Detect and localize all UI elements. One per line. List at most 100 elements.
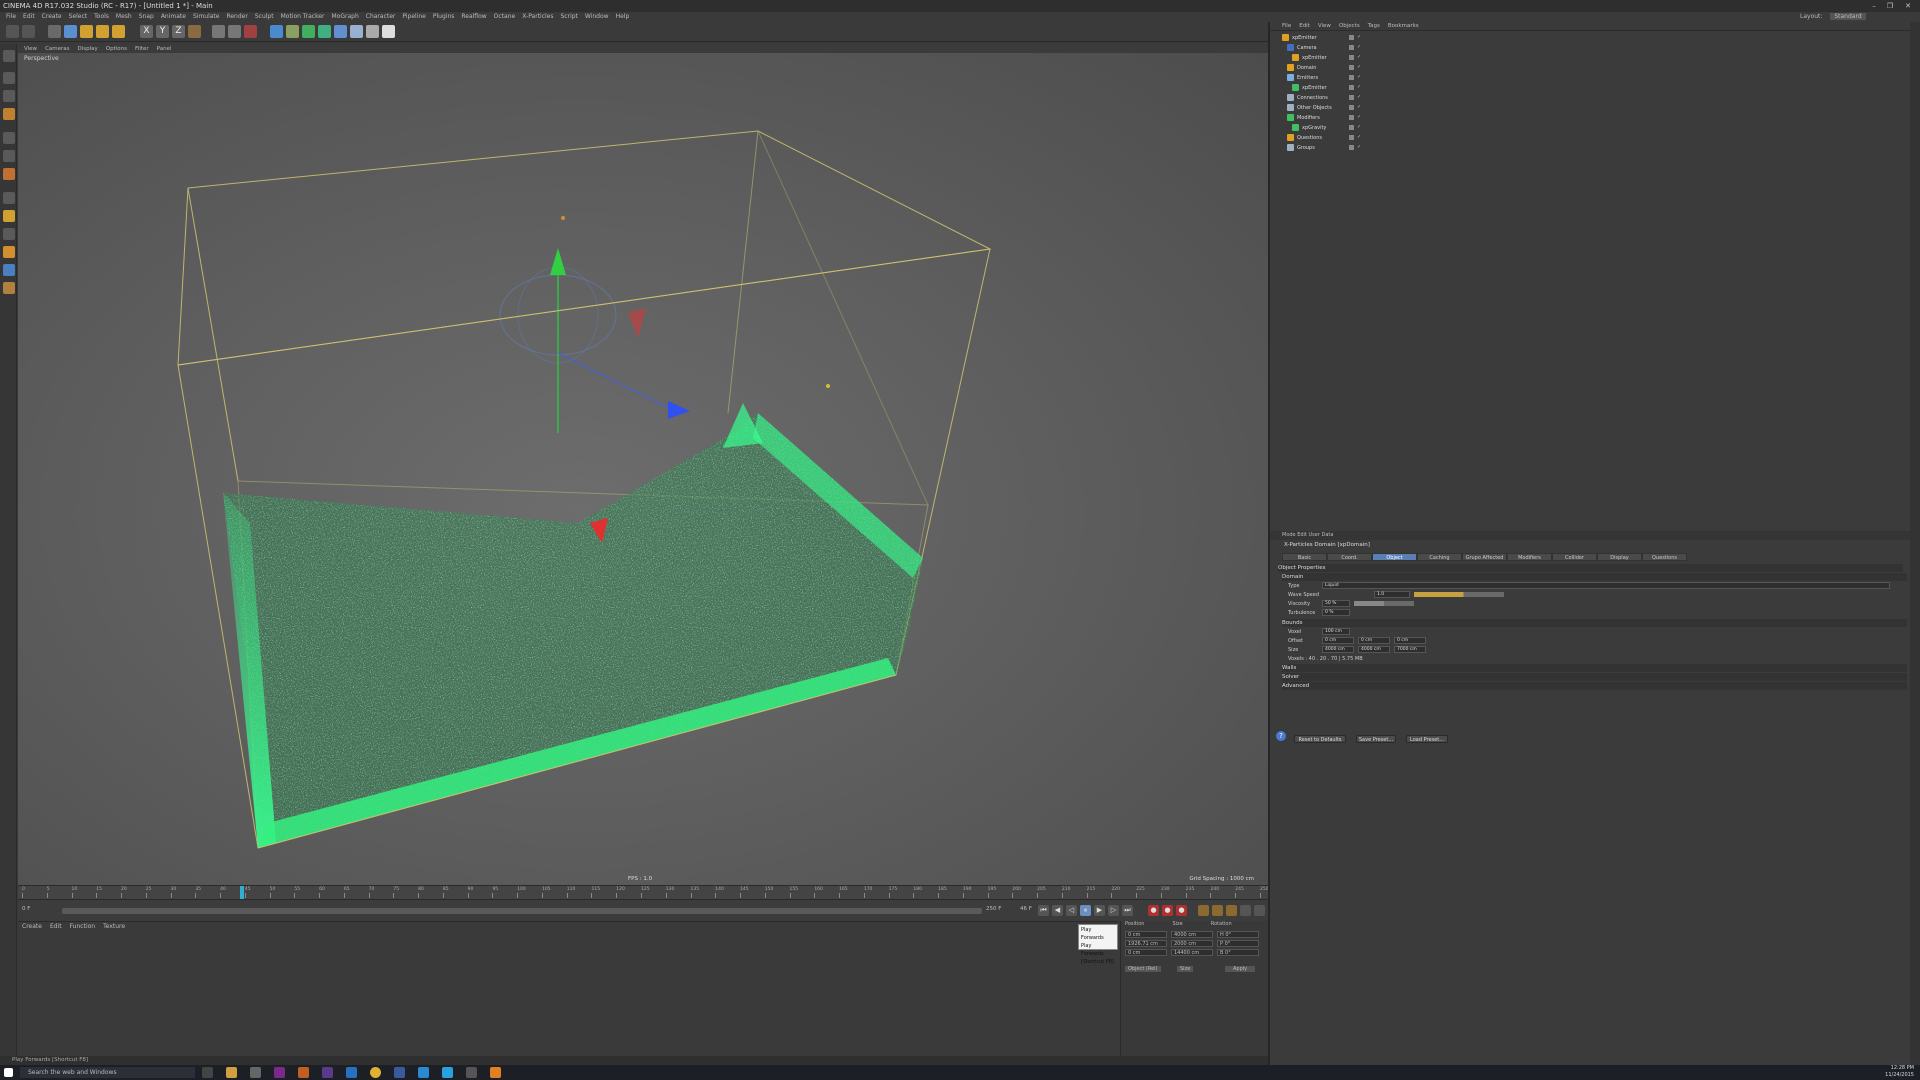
menu-item[interactable]: Snap xyxy=(139,12,154,21)
coordinate-field[interactable]: 0 cm xyxy=(1125,949,1167,956)
coordinate-field[interactable]: 1926.71 cm xyxy=(1125,940,1167,947)
previous-keyframe-icon[interactable]: ◀ xyxy=(1052,905,1063,916)
cloner-icon[interactable] xyxy=(318,25,331,38)
taskbar-clock[interactable]: 12:28 PM 11/24/2015 xyxy=(1885,1065,1914,1079)
coordinate-field[interactable]: 0 cm xyxy=(1125,931,1167,938)
section-domain[interactable]: Domain xyxy=(1282,573,1907,581)
menu-item[interactable]: Mesh xyxy=(116,12,132,21)
play-backwards-icon[interactable]: ◁ xyxy=(1066,905,1077,916)
enabled-check-icon[interactable]: ✓ xyxy=(1357,145,1362,150)
wave-speed-slider[interactable] xyxy=(1414,592,1504,597)
attribute-tab[interactable]: Caching xyxy=(1417,553,1462,561)
polygons-mode-icon[interactable] xyxy=(3,168,15,180)
viewport-menu-item[interactable]: Cameras xyxy=(45,45,69,53)
menu-item[interactable]: Character xyxy=(366,12,396,21)
coordinate-field[interactable]: 4000 cm xyxy=(1171,931,1213,938)
cinema4d-icon[interactable] xyxy=(394,1067,405,1078)
move-icon[interactable] xyxy=(64,25,77,38)
size-mode-select[interactable]: Size xyxy=(1177,966,1194,972)
floor-icon[interactable] xyxy=(350,25,363,38)
coordinate-field[interactable]: B 0° xyxy=(1217,949,1259,956)
pen-icon[interactable] xyxy=(286,25,299,38)
voxel-field[interactable]: 100 cm xyxy=(1322,628,1350,635)
object-row[interactable]: xpEmitter ✓ xyxy=(1282,33,1902,43)
y-axis-icon[interactable]: Y xyxy=(156,25,169,38)
viewport-menu-item[interactable]: Panel xyxy=(157,45,172,53)
coordinate-field[interactable]: 2000 cm xyxy=(1171,940,1213,947)
app-icon[interactable] xyxy=(418,1067,429,1078)
section-bounds[interactable]: Bounds xyxy=(1282,619,1907,627)
menu-item[interactable]: Tools xyxy=(94,12,109,21)
attribute-tab[interactable]: Collider xyxy=(1552,553,1597,561)
material-menu-item[interactable]: Function xyxy=(70,923,96,930)
object-menu-item[interactable]: Objects xyxy=(1339,22,1360,30)
render-settings-icon[interactable] xyxy=(244,25,257,38)
rotation-key-icon[interactable] xyxy=(1226,905,1237,916)
enabled-check-icon[interactable]: ✓ xyxy=(1357,55,1362,60)
menu-item[interactable]: Simulate xyxy=(193,12,220,21)
turbulence-field[interactable]: 0 % xyxy=(1322,609,1350,616)
attribute-tab[interactable]: Basic xyxy=(1282,553,1327,561)
go-to-start-icon[interactable]: ⏮ xyxy=(1038,905,1049,916)
timeline-icon[interactable] xyxy=(1254,905,1265,916)
select-icon[interactable] xyxy=(48,25,61,38)
file-explorer-icon[interactable] xyxy=(226,1067,237,1078)
go-to-start-icon[interactable] xyxy=(1020,905,1031,916)
end-frame-field[interactable]: 250 F xyxy=(986,906,1001,912)
maximize-icon[interactable]: ❐ xyxy=(1882,0,1898,12)
menu-item[interactable]: Octane xyxy=(494,12,516,21)
coordinate-field[interactable]: 14400 cm xyxy=(1171,949,1213,956)
premiere-icon[interactable] xyxy=(274,1067,285,1078)
object-menu-item[interactable]: Bookmarks xyxy=(1388,22,1419,30)
coordinate-mode-select[interactable]: Object (Rel) xyxy=(1125,966,1161,972)
coordinate-field[interactable]: P 0° xyxy=(1217,940,1259,947)
premiere-pro-icon[interactable] xyxy=(322,1067,333,1078)
section-advanced[interactable]: Advanced xyxy=(1282,682,1907,690)
position-key-icon[interactable] xyxy=(1198,905,1209,916)
next-keyframe-icon[interactable]: ▷ xyxy=(1108,905,1119,916)
enabled-check-icon[interactable]: ✓ xyxy=(1357,105,1362,110)
section-walls[interactable]: Walls xyxy=(1282,664,1907,672)
scale-icon[interactable] xyxy=(80,25,93,38)
help-icon[interactable]: ? xyxy=(1276,731,1286,741)
perspective-viewport[interactable]: Perspective FPS: 1.0 Grid Spacing: 100… xyxy=(18,53,1268,885)
viewport-menu-item[interactable]: Display xyxy=(78,45,98,53)
visibility-dots-icon[interactable] xyxy=(1349,65,1354,70)
photoshop-icon[interactable] xyxy=(346,1067,357,1078)
object-row[interactable]: Connections ✓ xyxy=(1282,93,1902,103)
start-frame-field[interactable]: 0 F xyxy=(22,906,30,912)
menu-item[interactable]: Pipeline xyxy=(402,12,425,21)
model-mode-icon[interactable] xyxy=(3,72,15,84)
next-frame-icon[interactable]: ▶ xyxy=(1094,905,1105,916)
object-row[interactable]: Groups ✓ xyxy=(1282,143,1902,153)
rotate-icon[interactable] xyxy=(96,25,109,38)
menu-item[interactable]: Create xyxy=(42,12,62,21)
enabled-check-icon[interactable]: ✓ xyxy=(1357,95,1362,100)
offset-x-field[interactable]: 0 cm xyxy=(1322,637,1354,644)
visibility-dots-icon[interactable] xyxy=(1349,115,1354,120)
viewport-menu-item[interactable]: Options xyxy=(106,45,127,53)
menu-item[interactable]: Help xyxy=(616,12,630,21)
object-row[interactable]: Modifiers ✓ xyxy=(1282,113,1902,123)
light-icon[interactable] xyxy=(382,25,395,38)
layout-value[interactable]: Standard xyxy=(1830,13,1866,20)
attribute-tab[interactable]: Modifiers xyxy=(1507,553,1552,561)
menu-item[interactable]: Select xyxy=(69,12,88,21)
viscosity-slider[interactable] xyxy=(1354,601,1414,606)
material-menu-item[interactable]: Edit xyxy=(50,923,62,930)
visibility-dots-icon[interactable] xyxy=(1349,75,1354,80)
texture-mode-icon[interactable] xyxy=(3,90,15,102)
attribute-tab[interactable]: Coord. xyxy=(1327,553,1372,561)
enabled-check-icon[interactable]: ✓ xyxy=(1357,45,1362,50)
menu-item[interactable]: Window xyxy=(585,12,609,21)
load-preset-button[interactable]: Load Preset... xyxy=(1406,735,1448,743)
attribute-tab[interactable]: Questions xyxy=(1642,553,1687,561)
material-menu-item[interactable]: Create xyxy=(22,923,42,930)
coordinate-field[interactable]: H 0° xyxy=(1217,931,1259,938)
enabled-check-icon[interactable]: ✓ xyxy=(1357,125,1362,130)
edges-mode-icon[interactable] xyxy=(3,150,15,162)
play-forwards-icon[interactable]: ⏸ xyxy=(1080,905,1091,916)
enabled-check-icon[interactable]: ✓ xyxy=(1357,35,1362,40)
apply-button[interactable]: Apply xyxy=(1225,966,1256,972)
object-row[interactable]: xpGravity ✓ xyxy=(1282,123,1902,133)
